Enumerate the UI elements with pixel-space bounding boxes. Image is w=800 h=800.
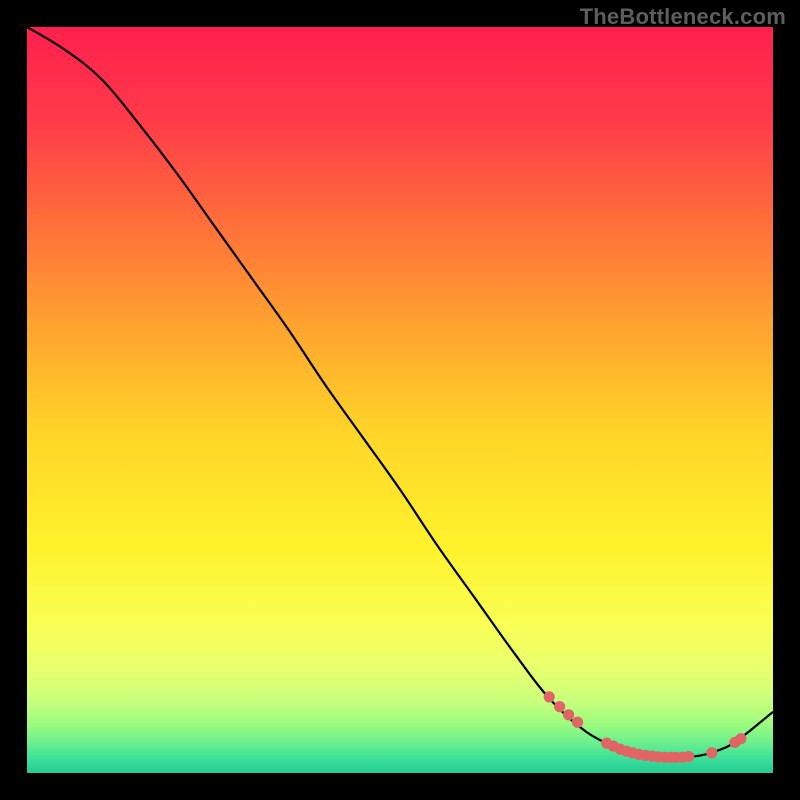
marker-point xyxy=(706,747,717,758)
marker-point xyxy=(735,733,746,744)
marker-point xyxy=(572,717,583,728)
marker-point xyxy=(683,751,694,762)
chart-svg xyxy=(27,27,773,773)
plot-area xyxy=(27,27,773,773)
marker-point xyxy=(554,701,565,712)
marker-point xyxy=(563,709,574,720)
gradient-background xyxy=(27,27,773,773)
marker-point xyxy=(544,691,555,702)
chart-frame: TheBottleneck.com xyxy=(0,0,800,800)
